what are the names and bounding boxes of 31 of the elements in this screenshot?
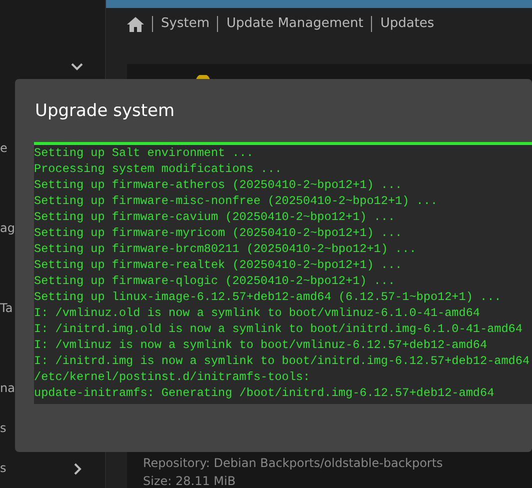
log-line: Setting up linux-image-6.12.57+deb12-amd64 (6.12.57-1~bpo12+1) ... [34, 289, 502, 305]
breadcrumb-link[interactable]: Update Management [217, 16, 372, 32]
dialog-title: Upgrade system [34, 100, 176, 123]
repository-text: Repository: Debian Backports/oldstable-backports [143, 455, 443, 472]
log-line: Setting up Salt environment ... [34, 145, 254, 161]
log-line: Setting up firmware-cavium (20250410-2~bpo12+1) ... [34, 209, 396, 225]
log-line: /etc/kernel/postinst.d/initramfs-tools: [34, 369, 312, 385]
log-line: Setting up firmware-brcm80211 (20250410-2~bpo12+1) ... [34, 241, 418, 257]
breadcrumb-link[interactable]: Updates [371, 16, 442, 32]
chevron-down-icon[interactable] [71, 63, 83, 71]
sidebar-item[interactable]: ag [0, 208, 15, 248]
breadcrumb-link[interactable]: System [152, 16, 218, 32]
log-line: Setting up firmware-realtek (20250410-2~bpo12+1) ... [34, 257, 404, 273]
log-line: update-initramfs: Generating /boot/initrd.img-6.12.57+deb12-amd64 [34, 385, 496, 401]
log-line: Processing system modifications ... [34, 161, 283, 177]
log-line: Setting up firmware-myricom (20250410-2~bpo12+1) ... [34, 225, 404, 241]
log-line: Setting up firmware-misc-nonfree (20250410-2~bpo12+1) ... [34, 193, 439, 209]
log-line: Setting up firmware-qlogic (20250410-2~bpo12+1) ... [34, 273, 396, 289]
log-line: Setting up firmware-atheros (20250410-2~bpo12+1) ... [34, 177, 404, 193]
home-icon[interactable] [127, 16, 144, 32]
sidebar-item[interactable]: s [0, 408, 6, 448]
log-line: I: /vmlinuz is now a symlink to boot/vmlinuz-6.12.57+deb12-amd64 [34, 337, 488, 353]
log-line: I: /initrd.img is now a symlink to boot/initrd.img-6.12.57+deb12-amd64 [34, 353, 531, 369]
log-line: I: /initrd.img.old is now a symlink to boot/initrd.img-6.1.0-41-amd64 [34, 321, 524, 337]
sidebar-item[interactable]: na [0, 368, 15, 408]
log-line: I: /vmlinuz.old is now a symlink to boot/vmlinuz-6.1.0-41-amd64 [34, 305, 481, 321]
size-text: Size: 28.11 MiB [143, 473, 236, 488]
sidebar-item[interactable]: Ta [0, 288, 13, 328]
chevron-right-icon[interactable] [74, 463, 82, 475]
sidebar-item[interactable]: e [0, 128, 8, 168]
sidebar-item[interactable]: s [0, 448, 6, 488]
